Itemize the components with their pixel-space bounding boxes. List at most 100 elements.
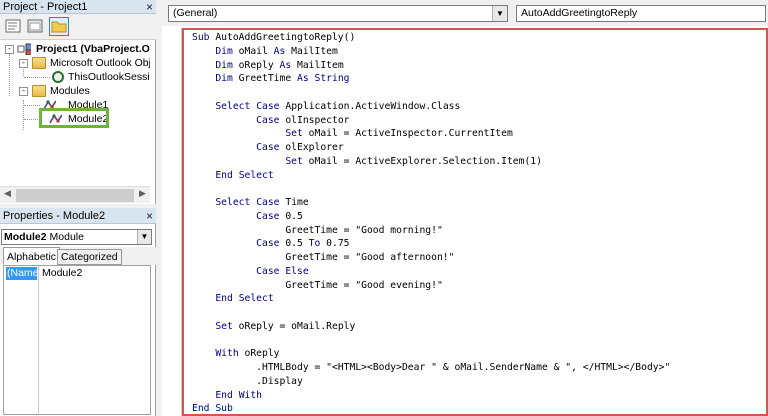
object-combo-value: (General) [173,7,218,19]
code-line[interactable]: GreetTime = "Good afternoon!" [192,251,670,265]
object-type: Module [49,231,84,243]
scrollbar-thumb[interactable] [16,189,134,202]
tree-item-label: Microsoft Outlook Object [50,57,150,69]
properties-grid: (Name) Module2 [3,265,151,415]
code-keyword: End [215,293,233,305]
object-name: Module2 [4,231,47,243]
view-object-button[interactable] [25,17,45,36]
code-line[interactable]: Set oMail = ActiveInspector.CurrentItem [192,127,670,141]
code-line[interactable]: With oReply [192,347,670,361]
project-explorer-panel: Project - Project1 × - Project1 (VbaProj… [0,0,156,204]
property-name: (Name) [6,267,43,280]
code-keyword: Set [285,155,303,167]
tree-item-modules[interactable]: - Modules [0,84,150,98]
code-line[interactable]: Select Case Time [192,196,670,210]
scroll-left-icon[interactable]: ◀ [4,188,11,199]
code-line[interactable]: .HTMLBody = "<HTML><Body>Dear " & oMail.… [192,361,670,375]
code-keyword: Case [256,114,280,126]
code-line[interactable]: End With [192,389,670,403]
code-line[interactable] [192,306,670,320]
code-keyword: Sub [215,403,233,415]
code-keyword: Case [256,197,280,208]
tree-item-label: Project1 (VbaProject.OT [36,43,150,55]
code-keyword: Case [256,100,280,112]
code-line[interactable] [192,334,670,348]
tree-connector [24,119,40,120]
view-code-icon [5,19,21,33]
tree-connector [24,105,40,106]
code-line[interactable]: Sub AutoAddGreetingtoReply() [192,31,670,45]
code-keyword: Set [285,128,303,140]
code-lines[interactable]: Sub AutoAddGreetingtoReply() Dim oMail A… [192,31,670,415]
code-keyword: To [308,238,321,250]
property-row-name[interactable]: (Name) Module2 [4,267,150,280]
code-editor[interactable]: Sub AutoAddGreetingtoReply() Dim oMail A… [182,28,768,416]
property-value[interactable]: Module2 [42,267,82,280]
code-line[interactable]: Case olExplorer [192,141,670,155]
code-line[interactable]: Set oReply = oMail.Reply [192,320,670,334]
margin-indicator-bar[interactable] [162,28,182,416]
code-line[interactable]: Case olInspector [192,114,670,128]
chevron-down-icon[interactable]: ▼ [492,6,507,21]
properties-panel: Properties - Module2 × Module2 Module ▼ … [0,208,156,416]
code-line[interactable]: End Select [192,169,670,183]
folder-icon [51,21,67,33]
code-keyword: Case [256,265,280,277]
code-keyword: End [192,403,210,415]
code-line[interactable]: End Select [192,292,670,306]
tab-categorized[interactable]: Categorized [57,249,122,265]
code-line[interactable]: Dim oMail As MailItem [192,45,670,59]
module2-highlight-box [39,108,109,128]
properties-tabs: Alphabetic Categorized [0,247,156,265]
tab-alphabetic[interactable]: Alphabetic [3,247,61,265]
code-keyword: String [314,73,350,85]
code-line[interactable]: End Sub [192,402,670,415]
code-line[interactable]: Select Case Application.ActiveWindow.Cla… [192,100,670,114]
object-selector-dropdown[interactable]: Module2 Module ▼ [1,229,152,245]
code-window-header: (General) ▼ AutoAddGreetingtoReply [162,0,768,26]
object-combo[interactable]: (General) ▼ [168,5,508,22]
code-line[interactable]: .Display [192,375,670,389]
tree-item-label: Modules [50,85,90,97]
view-code-button[interactable] [3,17,23,36]
toggle-folders-button[interactable] [49,17,69,36]
tree-connector [24,77,50,78]
code-line[interactable] [192,86,670,100]
code-line[interactable]: Set oMail = ActiveExplorer.Selection.Ite… [192,155,670,169]
code-line[interactable]: GreetTime = "Good evening!" [192,279,670,293]
chevron-down-icon[interactable]: ▼ [137,230,151,244]
code-line[interactable]: Dim oReply As MailItem [192,59,670,73]
code-keyword: As [297,73,309,85]
expander-toggle[interactable]: - [5,45,14,54]
tree-item-project1[interactable]: - Project1 (VbaProject.OT [0,42,150,56]
code-line[interactable]: Case Else [192,265,670,279]
code-keyword: With [215,348,239,360]
code-keyword: Select [238,293,274,305]
view-object-icon [27,19,43,33]
code-line[interactable]: Case 0.5 [192,210,670,224]
code-keyword: End [215,169,233,181]
code-line[interactable]: Case 0.5 To 0.75 [192,237,670,251]
tree-item-outlook-objects[interactable]: - Microsoft Outlook Object [0,56,150,70]
expander-toggle[interactable]: - [19,87,28,96]
grid-column-divider [38,266,39,414]
close-icon[interactable]: × [146,208,153,224]
folder-icon [32,85,46,97]
folder-icon [32,57,46,69]
code-keyword: Case [256,238,280,250]
code-keyword: As [279,59,292,71]
code-line[interactable]: GreetTime = "Good morning!" [192,224,670,238]
code-line[interactable] [192,182,670,196]
tree-item-label: ThisOutlookSession [68,71,150,83]
code-keyword: Else [285,265,309,277]
code-keyword: Dim [215,45,233,57]
scroll-right-icon[interactable]: ▶ [139,188,146,199]
close-icon[interactable]: × [146,0,153,14]
procedure-combo[interactable]: AutoAddGreetingtoReply [516,5,766,22]
project-explorer-toolbar [0,14,156,40]
tree-horizontal-scrollbar[interactable]: ◀ ▶ [0,186,150,203]
tree-item-thisoutlooksession[interactable]: ThisOutlookSession [0,70,150,84]
code-keyword: Sub [192,32,210,43]
expander-toggle[interactable]: - [19,59,28,68]
code-line[interactable]: Dim GreetTime As String [192,72,670,86]
